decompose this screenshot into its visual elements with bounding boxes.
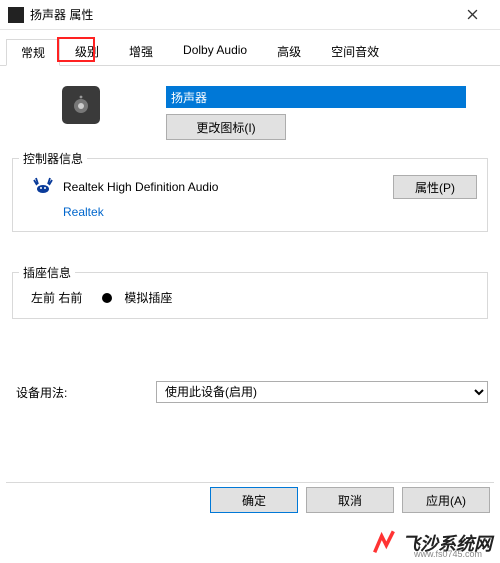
jack-lr-label: 左前 右前 (31, 289, 82, 306)
watermark-logo-icon (370, 529, 398, 557)
tab-general[interactable]: 常规 (6, 39, 60, 66)
cancel-button[interactable]: 取消 (306, 487, 394, 513)
watermark-url: www.fs0745.com (414, 549, 482, 559)
tab-advanced[interactable]: 高级 (262, 38, 316, 65)
controller-group-label: 控制器信息 (19, 150, 87, 167)
dialog-button-bar: 确定 取消 应用(A) (210, 479, 490, 521)
jack-group-label: 插座信息 (19, 264, 75, 281)
tab-levels[interactable]: 级别 (60, 38, 114, 65)
tab-content: 更改图标(I) 控制器信息 Realtek High Definition Au… (0, 66, 500, 403)
tab-spatial[interactable]: 空间音效 (316, 38, 394, 65)
usage-row: 设备用法: 使用此设备(启用) (12, 381, 488, 403)
controller-group: 控制器信息 Realtek High Definition Audio 属性(P… (12, 158, 488, 232)
jack-dot-icon (102, 293, 112, 303)
realtek-crab-icon (31, 175, 55, 199)
tab-dolby[interactable]: Dolby Audio (168, 38, 262, 65)
close-icon (467, 9, 478, 20)
usage-select[interactable]: 使用此设备(启用) (156, 381, 488, 403)
speaker-icon (62, 86, 100, 124)
controller-properties-button[interactable]: 属性(P) (393, 175, 477, 199)
tab-enhance[interactable]: 增强 (114, 38, 168, 65)
device-row: 更改图标(I) (12, 78, 488, 140)
app-icon (8, 7, 24, 23)
ok-button[interactable]: 确定 (210, 487, 298, 513)
jack-group: 插座信息 左前 右前 模拟插座 (12, 272, 488, 319)
change-icon-button[interactable]: 更改图标(I) (166, 114, 286, 140)
watermark: 飞沙系统网 www.fs0745.com (370, 529, 492, 557)
titlebar: 扬声器 属性 (0, 0, 500, 30)
usage-label: 设备用法: (16, 384, 156, 401)
controller-name: Realtek High Definition Audio (63, 180, 393, 194)
jack-type-label: 模拟插座 (124, 289, 172, 306)
tabbar: 常规 级别 增强 Dolby Audio 高级 空间音效 (0, 32, 500, 66)
window-title: 扬声器 属性 (30, 6, 452, 23)
close-button[interactable] (452, 1, 492, 29)
apply-button[interactable]: 应用(A) (402, 487, 490, 513)
device-name-input[interactable] (166, 86, 466, 108)
controller-vendor: Realtek (63, 205, 477, 219)
